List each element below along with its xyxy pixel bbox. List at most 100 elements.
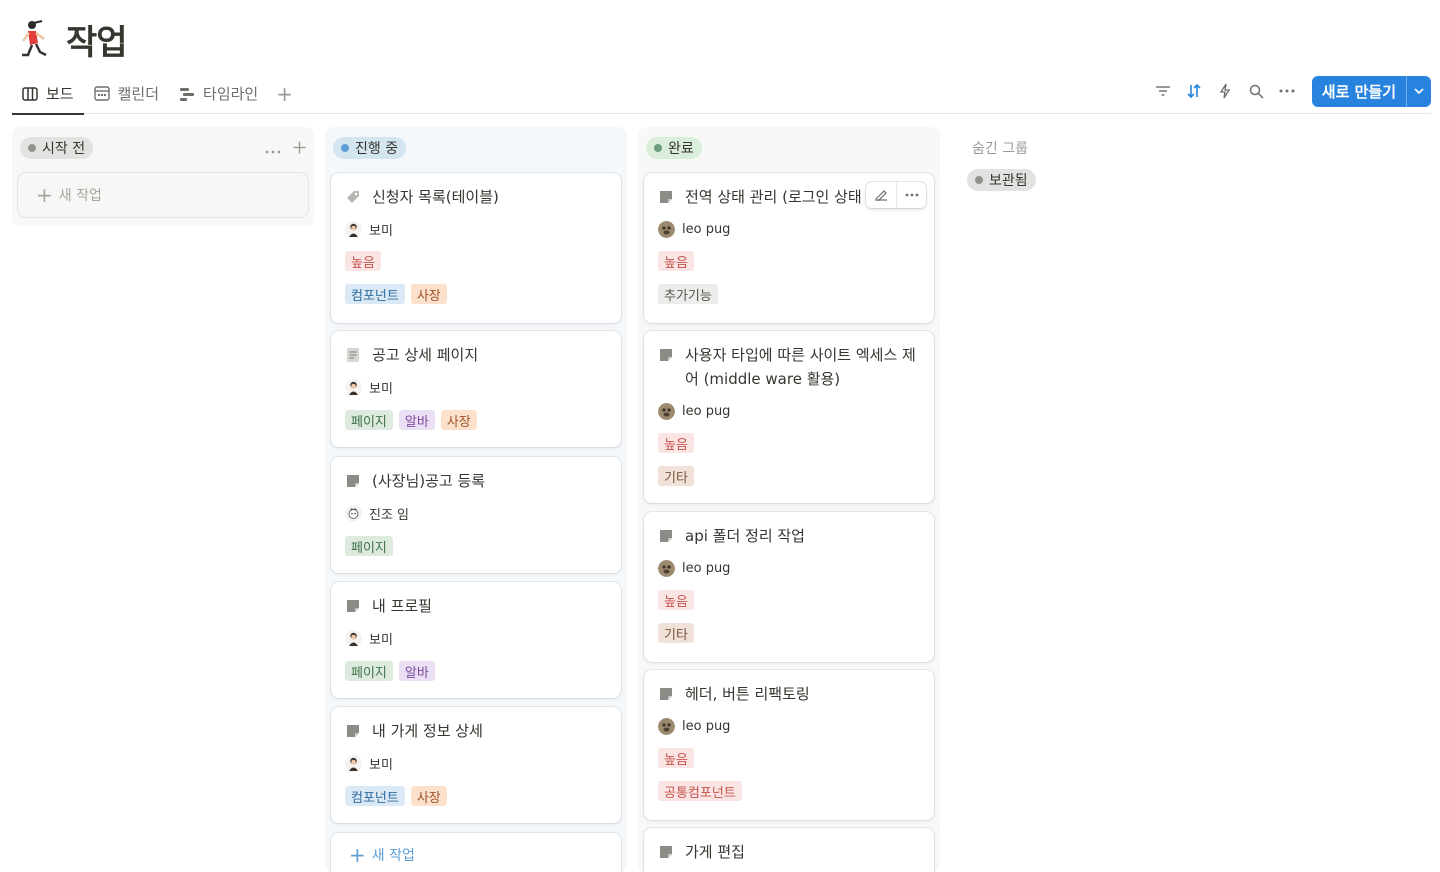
new-button-label[interactable]: 새로 만들기 — [1312, 76, 1406, 107]
card-title-text: api 폴더 정리 작업 — [685, 527, 805, 545]
card-title: 가게 편집 — [658, 840, 920, 864]
avatar — [345, 378, 362, 396]
column-actions — [265, 139, 306, 158]
automation-icon[interactable] — [1210, 77, 1241, 105]
tab-timeline[interactable]: 타임라인 — [169, 74, 268, 114]
category-tag: 페이지 — [345, 410, 393, 430]
assignee: 진조 임 — [345, 503, 607, 523]
category-tag: 페이지 — [345, 536, 393, 556]
page-icon — [658, 528, 674, 544]
hidden-groups-label: 숨긴 그룹 — [972, 141, 1028, 157]
task-card[interactable]: 내 가게 정보 상세 보미 컴포넌트 사장 — [331, 707, 621, 823]
chevron-down-icon[interactable] — [1406, 75, 1431, 107]
board-column: 시작 전 + 새 작업 — [12, 127, 314, 226]
category-tag: 사장 — [440, 410, 477, 430]
new-task-button[interactable]: + 새 작업 — [18, 173, 308, 217]
avatar — [658, 220, 675, 238]
edit-icon[interactable] — [866, 182, 896, 208]
task-card[interactable]: 신청자 목록(테이블) 보미 높음 컴포넌트 사장 — [331, 173, 621, 323]
task-card[interactable]: 내 프로필보미페이지 알바 — [331, 582, 621, 698]
assignee-name: 진조 임 — [369, 507, 410, 523]
tab-board[interactable]: 보드 — [12, 74, 84, 115]
tab-board-label: 보드 — [46, 85, 74, 103]
task-card[interactable]: 헤더, 버튼 리팩토링 leo pug 높음 공통컴포넌트 — [644, 670, 934, 820]
page-icon — [345, 473, 361, 489]
card-title-text: (사장님)공고 등록 — [372, 472, 486, 490]
card-title-text: 내 프로필 — [372, 597, 432, 615]
sort-icon[interactable] — [1179, 77, 1210, 105]
card-title-text: 사용자 타입에 따른 사이트 엑세스 제어 (middle ware 활용) — [685, 346, 916, 388]
add-icon[interactable] — [293, 139, 306, 158]
assignee-name: 보미 — [369, 757, 393, 773]
category-tag: 사장 — [410, 786, 447, 806]
task-card[interactable]: 사용자 타입에 따른 사이트 엑세스 제어 (middle ware 활용) le… — [644, 331, 934, 503]
priority-row: 높음 — [345, 251, 607, 271]
board-column: 완료 전역 상태 관리 (로그인 상태 leo pug 높음 추가기능 사용자 타입에 따… — [638, 127, 940, 872]
assignee: 보미 — [345, 628, 607, 648]
page-icon — [345, 723, 361, 739]
filter-icon[interactable] — [1148, 77, 1179, 105]
tab-calendar[interactable]: 캘린더 — [84, 74, 169, 114]
page-header: 작업 — [18, 15, 128, 64]
tag-row: 페이지 알바 — [345, 661, 607, 681]
search-icon[interactable] — [1241, 77, 1272, 105]
tag-row: 추가기능 — [658, 284, 920, 304]
document-icon — [345, 347, 361, 363]
avatar — [345, 220, 362, 238]
tag-row: 페이지 알바 사장 — [345, 410, 607, 430]
task-card[interactable]: api 폴더 정리 작업 leo pug 높음기타 — [644, 512, 934, 662]
assignee: leo pug — [658, 401, 920, 421]
group-label: 진행 중 — [355, 141, 399, 157]
more-icon[interactable] — [896, 182, 926, 208]
avatar — [658, 717, 675, 735]
priority-row: 높음 — [658, 433, 920, 453]
new-button[interactable]: 새로 만들기 — [1311, 75, 1431, 107]
board-column: 진행 중 신청자 목록(테이블) 보미 높음 컴포넌트 사장 공고 상세 페이지 보미 페이지 알… — [325, 127, 627, 872]
hidden-group-label: 보관됨 — [989, 173, 1028, 189]
priority-tag: 높음 — [658, 590, 694, 610]
category-tag: 추가기능 — [658, 284, 718, 304]
assignee: 보미 — [345, 219, 607, 239]
page-title[interactable]: 작업 — [66, 15, 128, 64]
task-card[interactable]: 가게 편집 — [644, 828, 934, 872]
category-tag: 알바 — [398, 410, 435, 430]
assignee: 보미 — [345, 377, 607, 397]
page-icon — [658, 686, 674, 702]
priority-row: 높음 — [658, 251, 920, 271]
assignee-name: 보미 — [369, 223, 393, 239]
assignee-name: leo pug — [682, 560, 731, 576]
page-icon — [658, 844, 674, 860]
runner-emoji-icon[interactable] — [18, 19, 52, 59]
new-task-button[interactable]: + 새 작업 — [331, 833, 621, 872]
new-task-label: 새 작업 — [371, 848, 415, 864]
more-icon[interactable] — [1272, 77, 1303, 105]
assignee: leo pug — [658, 558, 920, 578]
card-title: 헤더, 버튼 리팩토링 — [658, 682, 920, 706]
task-card[interactable]: (사장님)공고 등록진조 임페이지 — [331, 457, 621, 573]
group-label-pill[interactable]: 진행 중 — [333, 137, 407, 159]
add-view-button[interactable]: + — [268, 84, 301, 104]
plus-icon: + — [36, 183, 53, 207]
category-tag: 페이지 — [345, 661, 393, 681]
category-tag: 알바 — [398, 661, 435, 681]
task-card[interactable]: 전역 상태 관리 (로그인 상태 leo pug 높음 추가기능 — [644, 173, 934, 323]
category-tag: 기타 — [658, 466, 694, 486]
tag-row: 기타 — [658, 623, 920, 643]
group-label-pill[interactable]: 완료 — [646, 137, 702, 159]
task-card[interactable]: 공고 상세 페이지 보미 페이지 알바 사장 — [331, 331, 621, 447]
more-icon[interactable] — [265, 139, 281, 158]
tag-row: 컴포넌트 사장 — [345, 786, 607, 806]
group-label-pill[interactable]: 시작 전 — [20, 137, 94, 159]
tab-calendar-label: 캘린더 — [117, 85, 160, 103]
category-tag: 기타 — [658, 623, 694, 643]
avatar — [345, 504, 362, 522]
page-icon — [658, 189, 674, 205]
group-label: 시작 전 — [42, 141, 86, 157]
avatar — [345, 754, 362, 772]
assignee-name: leo pug — [682, 403, 731, 419]
new-task-label: 새 작업 — [58, 188, 102, 204]
hidden-group-pill[interactable]: 보관됨 — [967, 169, 1036, 191]
status-dot-icon — [654, 144, 662, 152]
avatar — [345, 629, 362, 647]
board-icon — [22, 86, 38, 102]
